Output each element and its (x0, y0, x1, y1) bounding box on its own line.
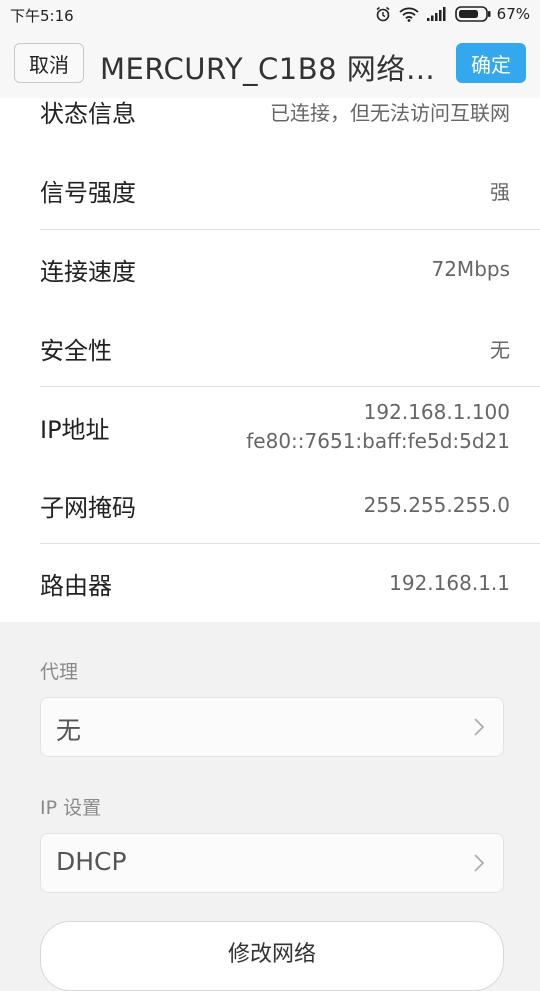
ip-value: 192.168.1.100 fe80::7651:baff:fe5d:5d21 (246, 398, 510, 456)
subnet-value: 255.255.255.0 (363, 493, 510, 517)
speed-value: 72Mbps (431, 257, 510, 281)
divider (40, 229, 540, 230)
info-row-subnet: 子网掩码 255.255.255.0 (40, 485, 510, 525)
status-bar: 下午5:16 67% (0, 0, 540, 30)
status-value: 已连接，但无法访问互联网 (270, 100, 510, 125)
info-row-ip: IP地址 192.168.1.100 fe80::7651:baff:fe5d:… (40, 396, 510, 458)
ip-v4-value: 192.168.1.100 (363, 400, 510, 424)
security-label: 安全性 (40, 336, 112, 365)
proxy-select[interactable]: 无 (40, 697, 504, 757)
battery-icon (454, 6, 491, 22)
confirm-button[interactable]: 确定 (456, 43, 526, 83)
header: 取消 MERCURY_C1B8 网络详情 确定 (0, 30, 540, 98)
proxy-value: 无 (56, 716, 82, 745)
wifi-icon (399, 7, 419, 22)
info-row-signal: 信号强度 强 (40, 170, 510, 210)
proxy-section-label: 代理 (40, 661, 79, 683)
chevron-right-icon (473, 717, 485, 741)
page-title: MERCURY_C1B8 网络详情 (100, 52, 445, 86)
signal-value: 强 (490, 179, 510, 204)
security-value: 无 (490, 337, 510, 362)
ip-settings-section-label: IP 设置 (40, 797, 102, 819)
modify-network-button[interactable]: 修改网络 (40, 921, 504, 991)
cancel-button[interactable]: 取消 (14, 43, 84, 83)
info-row-security: 安全性 无 (40, 328, 510, 368)
ip-v6-value: fe80::7651:baff:fe5d:5d21 (246, 429, 510, 453)
divider (40, 386, 540, 387)
divider (40, 543, 540, 544)
info-row-speed: 连接速度 72Mbps (40, 249, 510, 289)
signal-icon (426, 7, 447, 21)
subnet-label: 子网掩码 (40, 493, 136, 522)
ip-settings-value: DHCP (56, 847, 127, 876)
router-label: 路由器 (40, 571, 112, 600)
chevron-right-icon (473, 853, 485, 877)
info-row-status: 状态信息 已连接，但无法访问互联网 (40, 98, 510, 131)
alarm-icon (375, 6, 391, 22)
ip-label: IP地址 (40, 415, 110, 444)
router-value: 192.168.1.1 (389, 571, 510, 595)
network-info-list: 状态信息 已连接，但无法访问互联网 信号强度 强 连接速度 72Mbps 安全性… (0, 98, 540, 622)
ip-settings-select[interactable]: DHCP (40, 833, 504, 893)
info-row-router: 路由器 192.168.1.1 (40, 563, 510, 603)
battery-indicator: 67% (454, 5, 530, 23)
status-label: 状态信息 (40, 99, 136, 128)
signal-label: 信号强度 (40, 178, 136, 207)
speed-label: 连接速度 (40, 257, 136, 286)
status-time: 下午5:16 (10, 7, 74, 25)
battery-percent: 67% (496, 5, 530, 23)
